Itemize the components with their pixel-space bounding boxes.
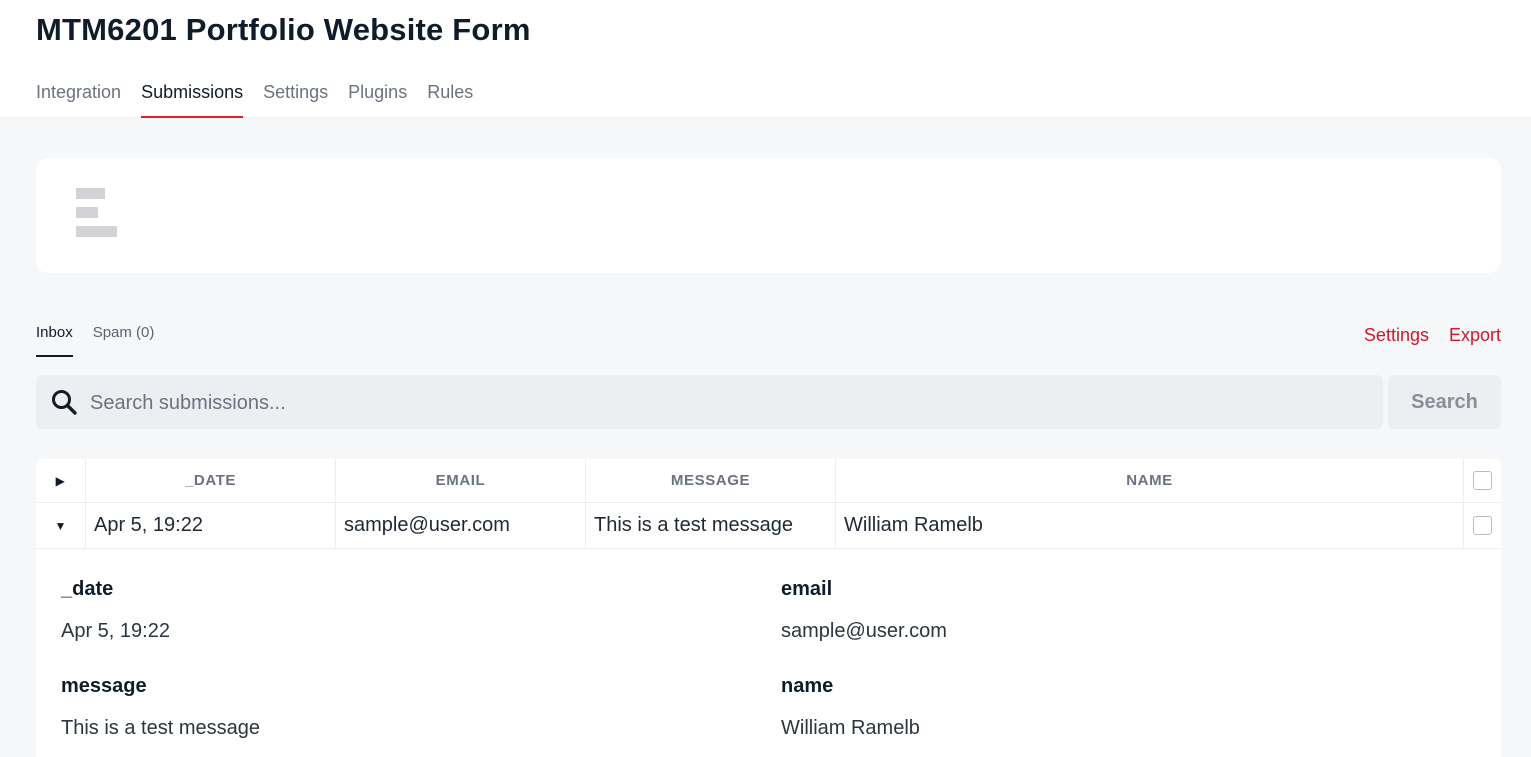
placeholder-logo xyxy=(76,188,117,245)
column-header-name[interactable]: NAME xyxy=(836,459,1464,502)
table-row[interactable]: ▼ Apr 5, 19:22 sample@user.com This is a… xyxy=(36,503,1501,549)
detail-field-date: _date Apr 5, 19:22 xyxy=(61,577,741,643)
caret-down-icon: ▼ xyxy=(54,518,67,533)
tab-spam[interactable]: Spam (0) xyxy=(93,323,155,357)
detail-label: name xyxy=(781,675,834,697)
detail-field-message: message This is a test message xyxy=(61,674,741,740)
row-expand-toggle[interactable]: ▼ xyxy=(36,503,86,548)
expand-all-toggle[interactable]: ▶ xyxy=(36,459,86,502)
cell-date: Apr 5, 19:22 xyxy=(86,503,336,548)
tab-plugins[interactable]: Plugins xyxy=(348,80,407,118)
placeholder-bar xyxy=(76,226,117,237)
detail-label: email xyxy=(781,578,833,600)
select-all-cell xyxy=(1464,459,1501,502)
search-icon xyxy=(52,390,77,415)
detail-field-email: email sample@user.com xyxy=(781,577,1461,643)
placeholder-bar xyxy=(76,207,98,218)
caret-right-icon: ▶ xyxy=(55,473,66,488)
column-header-date[interactable]: _DATE xyxy=(86,459,336,502)
mailbox-actions: Settings Export xyxy=(1364,323,1501,347)
search-button[interactable]: Search xyxy=(1388,375,1501,429)
row-select-checkbox[interactable] xyxy=(1473,516,1492,535)
select-all-checkbox[interactable] xyxy=(1473,471,1492,490)
cell-email: sample@user.com xyxy=(336,503,586,548)
form-overview-card xyxy=(36,158,1501,273)
detail-label: _date xyxy=(61,578,114,600)
search-bar xyxy=(36,375,1383,431)
detail-value: sample@user.com xyxy=(781,620,947,642)
table-header-row: ▶ _DATE EMAIL MESSAGE NAME xyxy=(36,459,1501,503)
tab-integration[interactable]: Integration xyxy=(36,80,121,118)
cell-name: William Ramelb xyxy=(836,503,1464,548)
export-link[interactable]: Export xyxy=(1449,323,1501,347)
detail-value: Apr 5, 19:22 xyxy=(61,620,170,642)
page-title: MTM6201 Portfolio Website Form xyxy=(36,12,531,47)
cell-message: This is a test message xyxy=(586,503,836,548)
tab-inbox[interactable]: Inbox xyxy=(36,323,73,357)
search-input[interactable] xyxy=(88,375,1362,431)
tab-settings[interactable]: Settings xyxy=(263,80,328,118)
submissions-table: ▶ _DATE EMAIL MESSAGE NAME ▼ Apr 5, 19:2… xyxy=(36,459,1501,757)
row-select-cell xyxy=(1464,503,1501,548)
column-header-message[interactable]: MESSAGE xyxy=(586,459,836,502)
detail-field-name: name William Ramelb xyxy=(781,674,1461,740)
tab-submissions[interactable]: Submissions xyxy=(141,80,244,118)
settings-link[interactable]: Settings xyxy=(1364,323,1429,347)
detail-label: message xyxy=(61,675,147,697)
tab-rules[interactable]: Rules xyxy=(427,80,473,118)
nav-tabs: Integration Submissions Settings Plugins… xyxy=(36,80,473,118)
mailbox-tabs: Inbox Spam (0) xyxy=(36,323,154,357)
column-header-email[interactable]: EMAIL xyxy=(336,459,586,502)
detail-value: This is a test message xyxy=(61,717,260,739)
placeholder-bar xyxy=(76,188,105,199)
page-header: MTM6201 Portfolio Website Form Integrati… xyxy=(0,0,1531,118)
detail-value: William Ramelb xyxy=(781,717,920,739)
